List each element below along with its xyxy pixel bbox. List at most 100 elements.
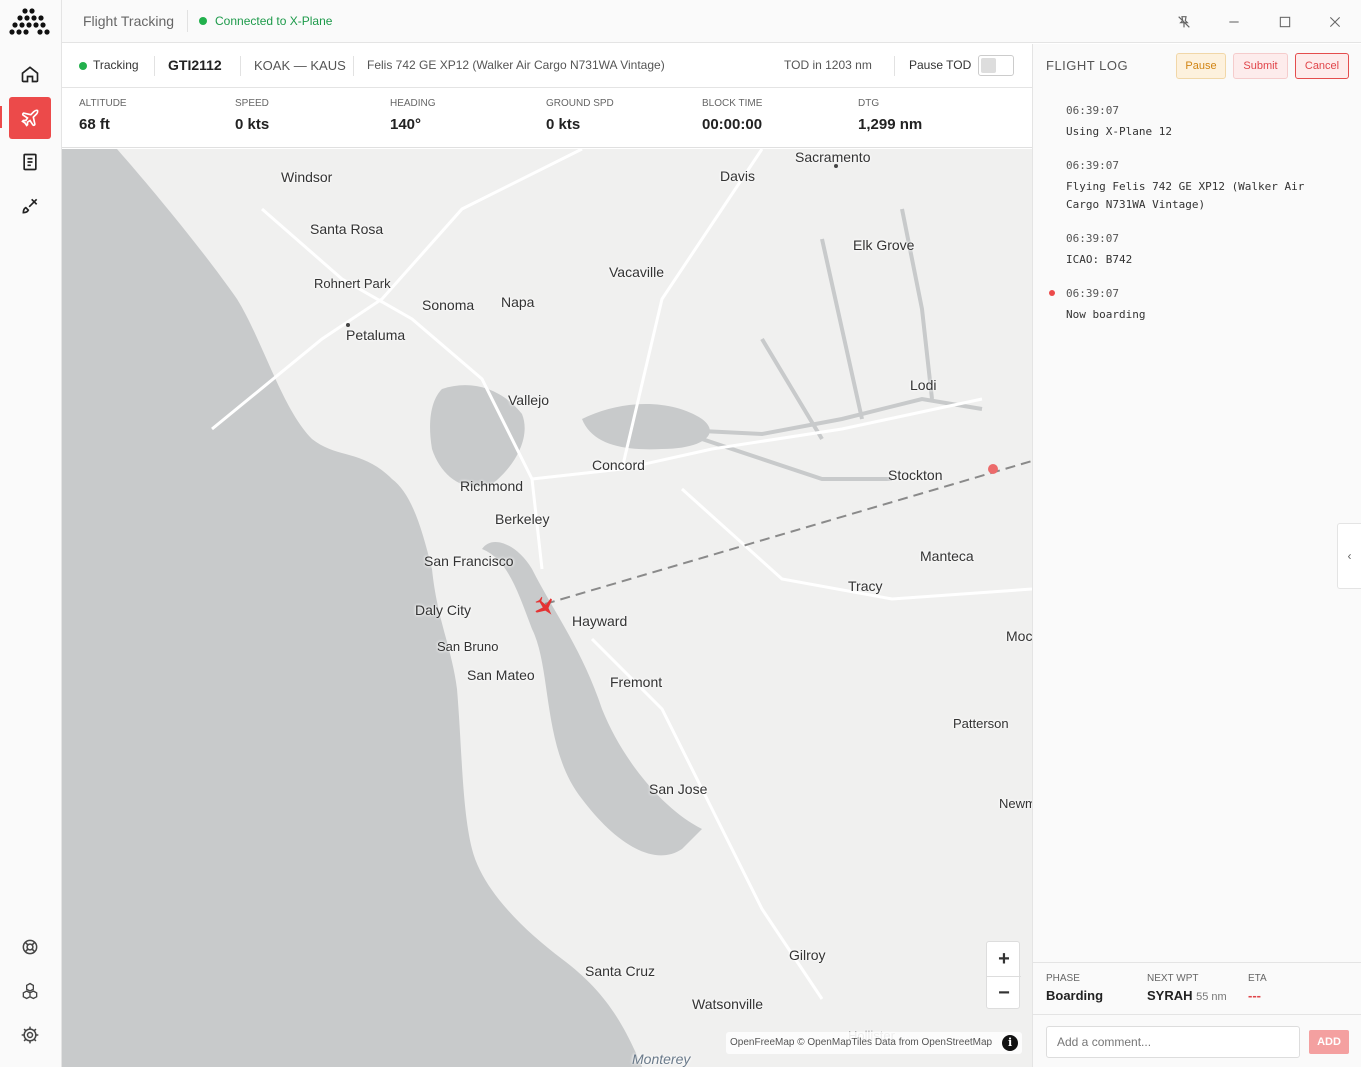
log-entries: 06:39:07 Using X-Plane 12 06:39:07 Flyin…	[1049, 104, 1336, 342]
map-label: Manteca	[920, 548, 974, 564]
log-message: Now boarding	[1066, 308, 1146, 321]
map-label: Watsonville	[692, 996, 764, 1012]
map-label: Moc	[1006, 628, 1032, 644]
phase-info: PHASE Boarding	[1046, 973, 1103, 1003]
title-divider	[187, 10, 188, 32]
nav-home[interactable]	[9, 53, 51, 95]
log-message: Flying Felis 742 GE XP12 (Walker Air Car…	[1066, 180, 1305, 211]
divider	[154, 56, 155, 76]
add-comment-button[interactable]: ADD	[1309, 1030, 1349, 1054]
map-label: Sacramento	[795, 149, 871, 165]
minimize-icon	[1229, 21, 1239, 23]
nav-settings[interactable]	[9, 1014, 51, 1056]
log-time: 06:39:07	[1066, 232, 1119, 245]
map-label: Hayward	[572, 613, 628, 629]
next-waypoint-info: NEXT WPT SYRAH 55 nm	[1147, 973, 1227, 1003]
log-entry: 06:39:07 Using X-Plane 12	[1066, 104, 1336, 141]
pause-tod-toggle[interactable]	[978, 55, 1014, 76]
flight-info-strip: PHASE Boarding NEXT WPT SYRAH 55 nm ETA …	[1033, 962, 1361, 1014]
map-label: Patterson	[953, 716, 1009, 731]
map-label: Vallejo	[508, 392, 549, 408]
map-label: Petaluma	[346, 327, 406, 343]
divider	[240, 56, 241, 76]
map-label: Fremont	[610, 674, 663, 690]
map-label: San Mateo	[467, 667, 535, 683]
collapse-panel-button[interactable]: ‹	[1337, 523, 1361, 589]
stat-ground-speed: GROUND SPD 0 kts	[546, 98, 614, 133]
tod-distance: TOD in 1203 nm	[784, 58, 872, 72]
next-wpt-distance: 55 nm	[1196, 991, 1227, 1003]
log-entry: 06:39:07 ICAO: B742	[1066, 232, 1336, 269]
map-label: Vacaville	[609, 264, 664, 280]
chevron-left-icon: ‹	[1347, 549, 1352, 563]
nav-plugins[interactable]	[9, 970, 51, 1012]
flight-log-panel: FLIGHT LOG Pause Submit Cancel 06:39:07 …	[1032, 44, 1361, 1067]
stat-label: ALTITUDE	[79, 98, 127, 109]
stat-label: GROUND SPD	[546, 98, 614, 109]
map-attribution: OpenFreeMap © OpenMapTiles Data from Ope…	[726, 1032, 1023, 1054]
stat-value: 0 kts	[235, 116, 270, 133]
gear-icon	[21, 1026, 39, 1044]
map-label: Santa Rosa	[310, 221, 384, 237]
nav-active-marker	[0, 106, 2, 128]
log-entry-latest: 06:39:07 Now boarding	[1049, 287, 1336, 324]
unpin-button[interactable]	[1173, 11, 1195, 33]
nav-logbook[interactable]	[9, 141, 51, 183]
callsign: GTI2112	[168, 57, 222, 73]
map-label: Santa Cruz	[585, 963, 656, 979]
nav-flight-tracking[interactable]	[9, 97, 51, 139]
comment-row: ADD	[1033, 1014, 1361, 1067]
map-label: Windsor	[281, 169, 333, 185]
page-title: Flight Tracking	[83, 13, 175, 29]
route: KOAK — KAUS	[254, 58, 346, 73]
map-label: Newm	[999, 796, 1032, 811]
nav-liveries[interactable]	[9, 185, 51, 227]
map-label: Davis	[720, 168, 756, 184]
comment-input[interactable]	[1046, 1026, 1300, 1058]
zoom-in-button[interactable]: +	[987, 942, 1021, 976]
map-view[interactable]: Sacramento Windsor Davis Santa Rosa Elk …	[62, 149, 1032, 1067]
home-icon	[21, 66, 39, 83]
nav-help[interactable]	[9, 926, 51, 968]
log-message: ICAO: B742	[1066, 253, 1133, 266]
suisun-bay	[582, 404, 710, 450]
stat-label: HEADING	[390, 98, 436, 109]
stat-speed: SPEED 0 kts	[235, 98, 269, 133]
submit-button[interactable]: Submit	[1233, 53, 1288, 79]
brush-icon	[22, 198, 38, 214]
stat-value: 68 ft	[79, 116, 110, 133]
title-bar: Flight Tracking Connected to X-Plane	[62, 0, 1361, 43]
maximize-button[interactable]	[1274, 11, 1296, 33]
log-time: 06:39:07	[1066, 287, 1119, 300]
map-label: Daly City	[415, 602, 472, 618]
stat-value: 0 kts	[546, 116, 581, 133]
zoom-out-button[interactable]: −	[987, 976, 1021, 1010]
lifebuoy-icon	[22, 939, 38, 955]
next-wpt-value: SYRAH 55 nm	[1147, 988, 1227, 1003]
flight-status-bar: Tracking GTI2112 KOAK — KAUS Felis 742 G…	[62, 44, 1032, 88]
info-icon[interactable]: i	[1002, 1035, 1019, 1051]
map-label: San Francisco	[424, 553, 514, 569]
log-time: 06:39:07	[1066, 104, 1119, 117]
latest-entry-dot-icon	[1049, 290, 1055, 296]
pause-button[interactable]: Pause	[1176, 53, 1226, 79]
map-label: Richmond	[460, 478, 524, 494]
stat-value: 140°	[390, 116, 422, 133]
map-label: Berkeley	[495, 511, 550, 527]
next-wpt-name: SYRAH	[1147, 988, 1193, 1003]
cancel-button[interactable]: Cancel	[1295, 53, 1349, 79]
close-button[interactable]	[1324, 11, 1346, 33]
map-label: Tracy	[848, 578, 883, 594]
app-window: Flight Tracking Connected to X-Plane Tra…	[0, 0, 1361, 1067]
map-basemap	[62, 149, 1032, 1067]
stat-label: SPEED	[235, 98, 269, 109]
minimize-button[interactable]	[1223, 11, 1245, 33]
map-label: Monterey	[632, 1051, 691, 1067]
stat-value: 00:00:00	[702, 116, 763, 133]
flight-log-title: FLIGHT LOG	[1046, 58, 1129, 73]
map-label: Napa	[501, 294, 535, 310]
tracking-dot-icon	[79, 62, 87, 70]
log-message: Using X-Plane 12	[1066, 125, 1172, 138]
sf-bay	[482, 541, 702, 856]
delta-rivers	[661, 208, 983, 481]
